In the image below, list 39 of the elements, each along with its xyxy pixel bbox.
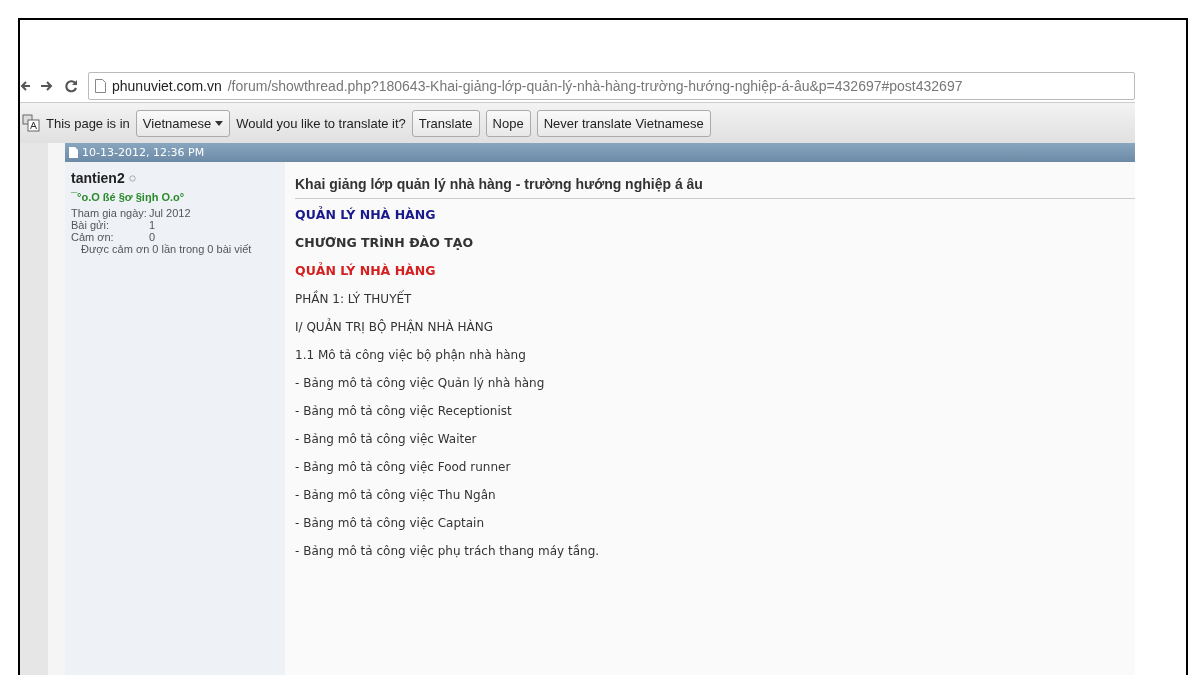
- translate-bar-button[interactable]: Translate: [411, 109, 480, 137]
- user-title: ¯°o.O ßé §ơ §iŋh O.o°: [71, 191, 186, 203]
- caret-icon: [215, 120, 224, 126]
- reload-icon[interactable]: [64, 79, 78, 93]
- post-text: - Bảng mô tả công việc Receptionist: [295, 403, 513, 420]
- stat-label: Cảm ơn:: [71, 231, 115, 243]
- post-text: - Bảng mô tả công việc Thu Ngân: [295, 487, 497, 504]
- post-text: 1.1 Mô tả công việc bộ phận nhà hàng: [295, 347, 527, 364]
- post-date: 10-13-2012, 12:36 PM: [82, 146, 205, 159]
- back-arrow-icon[interactable]: [20, 79, 30, 93]
- post-text: - Bảng mô tả công việc Captain: [295, 515, 486, 532]
- forward-arrow-icon[interactable]: [40, 79, 54, 93]
- document-icon: [69, 147, 78, 158]
- username[interactable]: tantien2: [71, 170, 125, 186]
- post-heading: CHƯƠNG TRÌNH ĐÀO TẠO: [295, 234, 475, 252]
- post-heading: QUẢN LÝ NHÀ HÀNG: [295, 205, 437, 224]
- translate-prompt: This page is in: [46, 115, 130, 131]
- stat-value: Jul 2012: [149, 207, 191, 219]
- post-text: - Bảng mô tả công việc phụ trách thang máy tầng.: [295, 543, 601, 560]
- translate-icon: [22, 114, 40, 132]
- thanks-count: Được cảm ơn 0 lần trong 0 bài viết: [80, 243, 253, 256]
- offline-status-icon: [128, 174, 136, 182]
- post-heading: QUẢN LÝ NHÀ HÀNG: [295, 261, 437, 280]
- translate-bar-button[interactable]: Nope: [485, 109, 531, 137]
- stat-value: 0: [149, 231, 156, 243]
- stat-value: 1: [149, 219, 156, 231]
- page-icon: [95, 79, 106, 93]
- translate-question: Would you like to translate it?: [236, 115, 406, 131]
- post-text: I/ QUẢN TRỊ BỘ PHẬN NHÀ HÀNG: [295, 317, 494, 336]
- post-text: - Bảng mô tả công việc Quản lý nhà hàng: [295, 375, 546, 392]
- language-dropdown[interactable]: Vietnamese: [135, 109, 231, 137]
- address-bar[interactable]: phunuviet.com.vn /forum/showthread.php?180643-Khai-giảng-lớp-quản-lý-nhà-hàng-trường-hướng-nghiệp-á-âu&p=432697#post432697: [88, 72, 1135, 100]
- translate-bar-button[interactable]: Never translate Vietnamese: [536, 109, 711, 137]
- post-text: PHẦN 1: LÝ THUYẾT: [295, 289, 413, 308]
- stat-label: Tham gia ngày:: [71, 207, 148, 219]
- post-title: Khai giảng lớp quản lý nhà hàng - trường hướng nghiệp á âu: [295, 176, 1135, 199]
- post-text: - Bảng mô tả công việc Waiter: [295, 431, 478, 448]
- post-text: - Bảng mô tả công việc Food runner: [295, 459, 512, 476]
- stat-label: Bài gửi:: [71, 219, 110, 231]
